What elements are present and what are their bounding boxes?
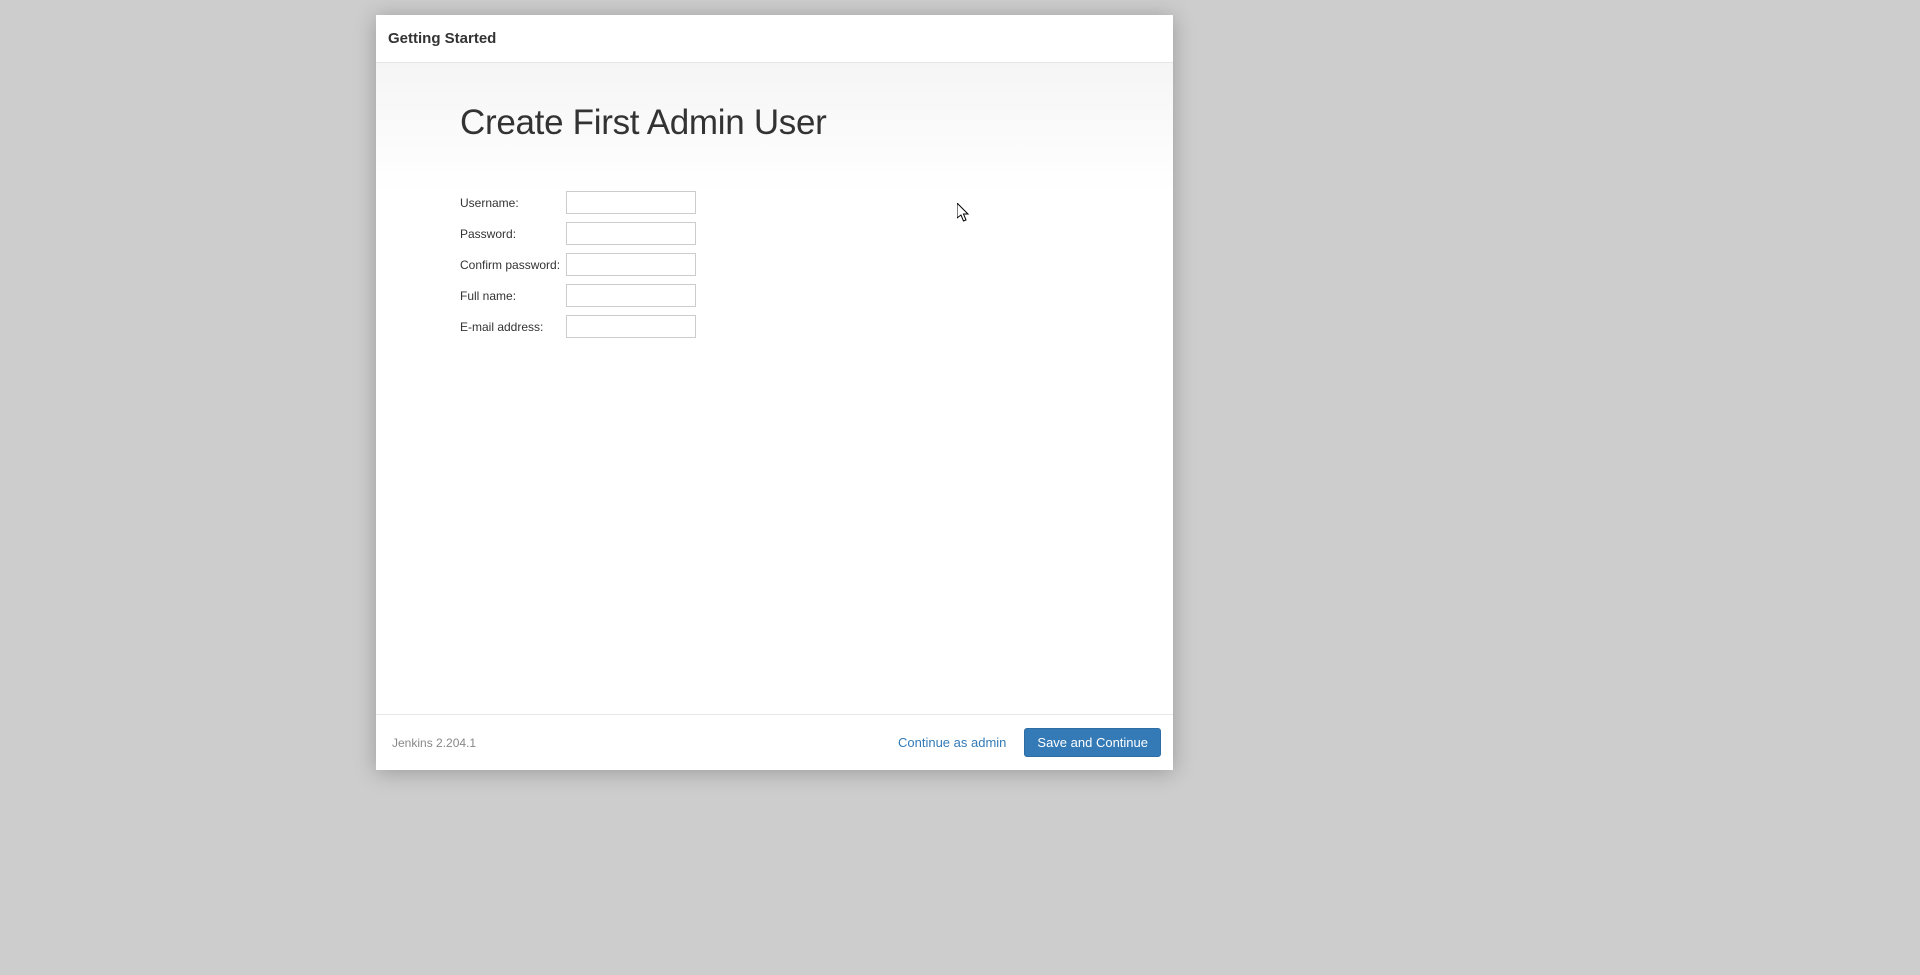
form-row-full-name: Full name: <box>460 284 696 307</box>
username-input[interactable] <box>566 191 696 214</box>
form-row-email: E-mail address: <box>460 315 696 338</box>
setup-wizard-modal: Getting Started Create First Admin User … <box>376 15 1173 770</box>
email-label: E-mail address: <box>460 315 566 338</box>
form-row-password: Password: <box>460 222 696 245</box>
password-input[interactable] <box>566 222 696 245</box>
form-row-username: Username: <box>460 191 696 214</box>
username-label: Username: <box>460 191 566 214</box>
email-input[interactable] <box>566 315 696 338</box>
page-title: Create First Admin User <box>460 103 1089 143</box>
full-name-input[interactable] <box>566 284 696 307</box>
footer-actions: Continue as admin Save and Continue <box>894 728 1161 757</box>
version-text: Jenkins 2.204.1 <box>388 736 894 750</box>
continue-as-admin-link[interactable]: Continue as admin <box>894 729 1010 756</box>
save-and-continue-button[interactable]: Save and Continue <box>1024 728 1161 757</box>
wizard-body: Create First Admin User Username: Passwo… <box>376 63 1173 714</box>
confirm-password-input[interactable] <box>566 253 696 276</box>
admin-user-form: Username: Password: Confirm password: Fu… <box>460 183 696 346</box>
form-row-confirm-password: Confirm password: <box>460 253 696 276</box>
full-name-label: Full name: <box>460 284 566 307</box>
password-label: Password: <box>460 222 566 245</box>
wizard-footer: Jenkins 2.204.1 Continue as admin Save a… <box>376 714 1173 770</box>
confirm-password-label: Confirm password: <box>460 253 566 276</box>
wizard-header-title: Getting Started <box>388 30 496 47</box>
wizard-header: Getting Started <box>376 15 1173 63</box>
